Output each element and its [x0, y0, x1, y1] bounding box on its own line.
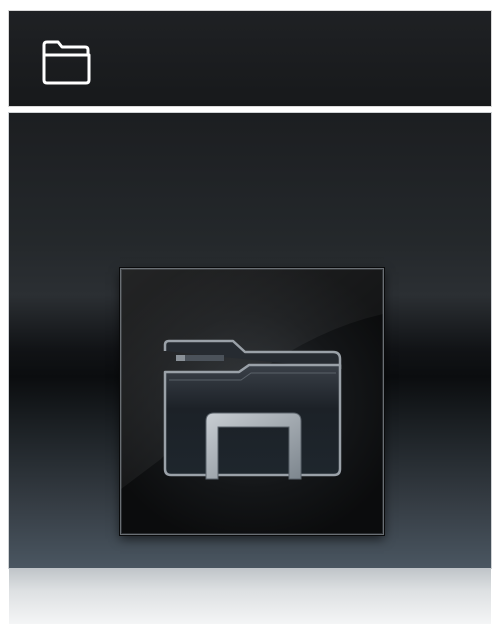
tile-reflection	[9, 568, 491, 624]
banner-tile[interactable]	[9, 11, 491, 106]
file-explorer-icon-frame	[120, 268, 384, 535]
explorer-tile[interactable]	[9, 113, 491, 568]
folder-outline-icon	[41, 39, 93, 87]
file-explorer-icon	[121, 269, 383, 489]
